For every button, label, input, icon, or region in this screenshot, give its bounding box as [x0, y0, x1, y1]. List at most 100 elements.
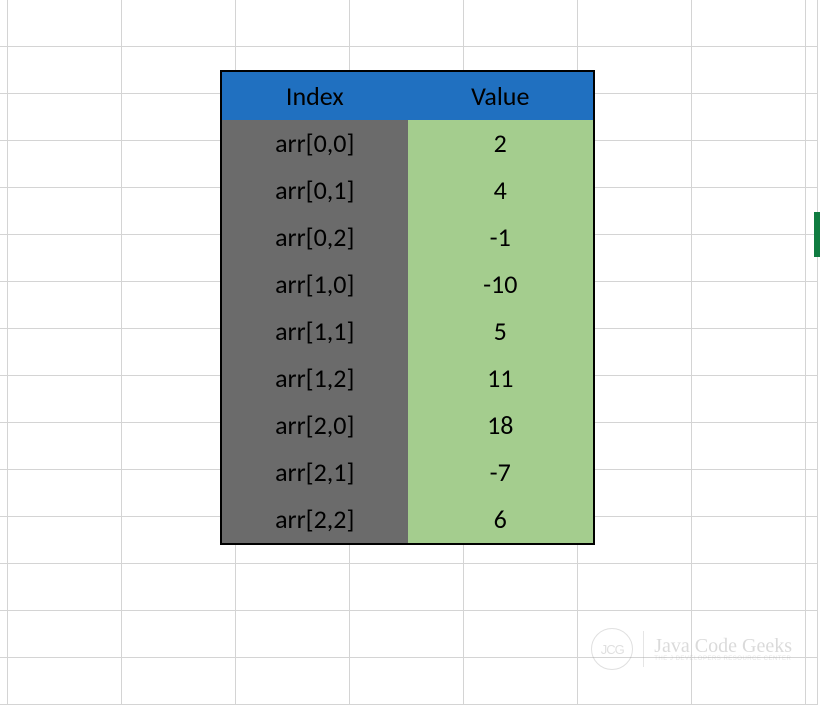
grid-cell[interactable]	[692, 0, 806, 47]
grid-cell[interactable]	[122, 141, 236, 188]
grid-cell[interactable]	[350, 611, 464, 658]
grid-cell[interactable]	[692, 423, 806, 470]
grid-cell[interactable]	[8, 376, 122, 423]
grid-cell[interactable]	[122, 235, 236, 282]
grid-cell[interactable]	[0, 470, 8, 517]
grid-cell[interactable]	[8, 658, 122, 705]
table-row: arr[0,2] -1	[222, 214, 593, 261]
grid-cell[interactable]	[578, 470, 692, 517]
grid-cell[interactable]	[8, 188, 122, 235]
grid-cell[interactable]	[8, 423, 122, 470]
grid-cell[interactable]	[578, 188, 692, 235]
grid-cell[interactable]	[806, 376, 818, 423]
grid-cell[interactable]	[464, 564, 578, 611]
grid-cell[interactable]	[0, 517, 8, 564]
grid-cell[interactable]	[692, 282, 806, 329]
grid-cell[interactable]	[8, 141, 122, 188]
index-cell: arr[2,1]	[222, 449, 408, 496]
grid-cell[interactable]	[122, 611, 236, 658]
grid-cell[interactable]	[236, 0, 350, 47]
value-cell: 6	[408, 496, 594, 543]
grid-cell[interactable]	[350, 564, 464, 611]
grid-cell[interactable]	[122, 0, 236, 47]
grid-cell[interactable]	[806, 564, 818, 611]
grid-cell[interactable]	[0, 94, 8, 141]
grid-cell[interactable]	[578, 329, 692, 376]
grid-cell[interactable]	[0, 235, 8, 282]
grid-cell[interactable]	[692, 470, 806, 517]
grid-cell[interactable]	[692, 564, 806, 611]
grid-cell[interactable]	[236, 658, 350, 705]
grid-cell[interactable]	[122, 470, 236, 517]
grid-cell[interactable]	[578, 517, 692, 564]
grid-cell[interactable]	[8, 0, 122, 47]
grid-cell[interactable]	[8, 235, 122, 282]
grid-cell[interactable]	[578, 376, 692, 423]
grid-cell[interactable]	[692, 188, 806, 235]
grid-cell[interactable]	[692, 517, 806, 564]
grid-cell[interactable]	[0, 423, 8, 470]
grid-cell[interactable]	[806, 470, 818, 517]
grid-cell[interactable]	[578, 47, 692, 94]
grid-cell[interactable]	[0, 141, 8, 188]
grid-cell[interactable]	[122, 423, 236, 470]
index-cell: arr[1,2]	[222, 355, 408, 402]
grid-cell[interactable]	[692, 235, 806, 282]
grid-cell[interactable]	[122, 517, 236, 564]
grid-cell[interactable]	[350, 0, 464, 47]
grid-cell[interactable]	[122, 282, 236, 329]
grid-cell[interactable]	[0, 282, 8, 329]
grid-cell[interactable]	[122, 329, 236, 376]
grid-cell[interactable]	[8, 94, 122, 141]
grid-cell[interactable]	[692, 376, 806, 423]
grid-cell[interactable]	[578, 141, 692, 188]
grid-cell[interactable]	[8, 611, 122, 658]
grid-cell[interactable]	[236, 611, 350, 658]
grid-cell[interactable]	[464, 611, 578, 658]
grid-cell[interactable]	[806, 282, 818, 329]
grid-cell[interactable]	[578, 564, 692, 611]
grid-cell[interactable]	[578, 0, 692, 47]
grid-cell[interactable]	[0, 47, 8, 94]
grid-cell[interactable]	[122, 376, 236, 423]
grid-cell[interactable]	[122, 658, 236, 705]
grid-cell[interactable]	[692, 94, 806, 141]
grid-cell[interactable]	[806, 141, 818, 188]
grid-cell[interactable]	[236, 564, 350, 611]
grid-cell[interactable]	[0, 564, 8, 611]
grid-cell[interactable]	[806, 517, 818, 564]
grid-cell[interactable]	[464, 658, 578, 705]
grid-cell[interactable]	[350, 658, 464, 705]
grid-cell[interactable]	[0, 188, 8, 235]
grid-cell[interactable]	[0, 376, 8, 423]
grid-cell[interactable]	[806, 47, 818, 94]
grid-cell[interactable]	[0, 0, 8, 47]
grid-cell[interactable]	[578, 235, 692, 282]
grid-cell[interactable]	[8, 564, 122, 611]
grid-cell[interactable]	[578, 423, 692, 470]
grid-cell[interactable]	[806, 94, 818, 141]
grid-cell[interactable]	[8, 517, 122, 564]
grid-cell[interactable]	[464, 0, 578, 47]
grid-cell[interactable]	[122, 188, 236, 235]
grid-cell[interactable]	[578, 94, 692, 141]
grid-cell[interactable]	[8, 329, 122, 376]
grid-cell[interactable]	[8, 47, 122, 94]
grid-cell[interactable]	[692, 329, 806, 376]
grid-cell[interactable]	[122, 47, 236, 94]
grid-cell[interactable]	[122, 564, 236, 611]
grid-cell[interactable]	[0, 611, 8, 658]
grid-cell[interactable]	[122, 94, 236, 141]
grid-cell[interactable]	[806, 611, 818, 658]
grid-cell[interactable]	[692, 141, 806, 188]
grid-cell[interactable]	[806, 658, 818, 705]
grid-cell[interactable]	[806, 423, 818, 470]
grid-cell[interactable]	[8, 282, 122, 329]
grid-cell[interactable]	[0, 658, 8, 705]
grid-cell[interactable]	[806, 329, 818, 376]
grid-cell[interactable]	[0, 329, 8, 376]
grid-cell[interactable]	[692, 47, 806, 94]
grid-cell[interactable]	[8, 470, 122, 517]
grid-cell[interactable]	[806, 0, 818, 47]
grid-cell[interactable]	[578, 282, 692, 329]
